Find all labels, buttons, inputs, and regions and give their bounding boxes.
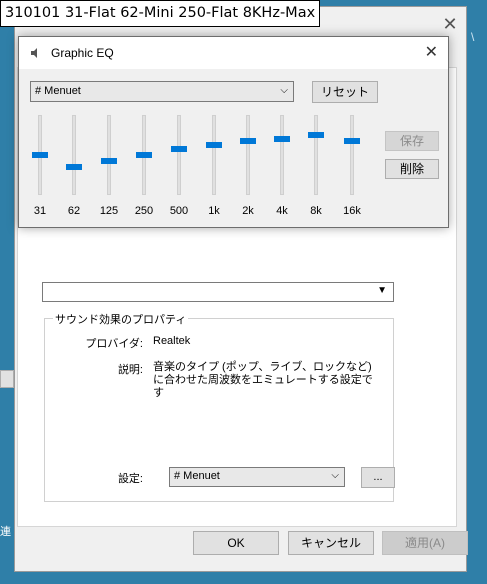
eq-band-slider[interactable]: 62 [59, 115, 89, 225]
eq-band-slider[interactable]: 500 [164, 115, 194, 225]
setting-label: 設定: [117, 473, 143, 485]
preset-select[interactable]: # Menuet ⌵ [30, 81, 294, 102]
slider-track [314, 115, 318, 195]
speaker-icon [31, 48, 37, 58]
preset-value: # Menuet [35, 85, 81, 97]
eq-band-slider[interactable]: 250 [129, 115, 159, 225]
setting-value: # Menuet [174, 470, 220, 482]
effect-properties-group: サウンド効果のプロパティ プロバイダ: Realtek 説明: 音楽のタイプ (… [44, 311, 395, 502]
slider-thumb[interactable] [274, 136, 290, 142]
desktop-text: 連 [0, 526, 11, 538]
description-label: 説明: [117, 364, 143, 376]
slider-thumb[interactable] [206, 141, 222, 148]
group-title: サウンド効果のプロパティ [53, 311, 189, 327]
slider-track [177, 115, 181, 195]
eq-band-slider[interactable]: 8k [301, 115, 331, 225]
slider-thumb[interactable] [171, 146, 187, 153]
chevron-down-icon: ▼ [377, 285, 387, 296]
background-button[interactable] [0, 370, 14, 388]
slider-thumb[interactable] [136, 152, 152, 158]
eq-band-slider[interactable]: 31 [25, 115, 55, 225]
close-icon[interactable]: ✕ [425, 42, 438, 62]
setting-select[interactable]: # Menuet ⌵ [169, 467, 345, 487]
eq-titlebar: Graphic EQ ✕ [19, 37, 448, 69]
background-edge-mark: \ [471, 30, 475, 44]
provider-label: プロバイダ: [85, 338, 143, 350]
provider-value: Realtek [153, 335, 191, 347]
graphic-eq-dialog: Graphic EQ ✕ # Menuet ⌵ リセット 保存 削除 31 62 1… [18, 36, 449, 228]
chevron-down-icon: ⌵ [331, 470, 339, 481]
description-value: 音楽のタイプ (ポップ、ライブ、ロックなど) に合わせた周波数をエミュレートする… [153, 361, 373, 399]
save-button[interactable]: 保存 [385, 131, 439, 151]
eq-band-slider[interactable]: 125 [94, 115, 124, 225]
window-close-button[interactable]: ✕ [436, 13, 464, 35]
eq-band-slider[interactable]: 4k [267, 115, 297, 225]
delete-button[interactable]: 削除 [385, 159, 439, 179]
annotation-caption: 310101 31-Flat 62-Mini 250-Flat 8KHz-Max [0, 0, 321, 27]
apply-button[interactable]: 適用(A) [382, 531, 468, 555]
eq-band-slider[interactable]: 16k [337, 115, 367, 225]
slider-thumb[interactable] [66, 164, 82, 170]
slider-track [246, 115, 250, 195]
eq-band-slider[interactable]: 2k [233, 115, 263, 225]
slider-track [350, 115, 354, 195]
ok-button[interactable]: OK [193, 531, 279, 555]
chevron-down-icon: ⌵ [280, 85, 288, 96]
slider-thumb[interactable] [308, 132, 324, 138]
slider-thumb[interactable] [32, 152, 48, 158]
eq-title: Graphic EQ [51, 46, 114, 60]
slider-thumb[interactable] [240, 138, 256, 145]
slider-track [72, 115, 76, 195]
cancel-button[interactable]: キャンセル [288, 531, 374, 555]
slider-track [280, 115, 284, 195]
slider-thumb[interactable] [101, 157, 117, 164]
slider-track [212, 115, 216, 195]
effect-dropdown[interactable]: ▼ [42, 282, 394, 302]
more-button[interactable]: ... [361, 467, 395, 488]
slider-track [107, 115, 111, 195]
band-frequency-label: 16k [343, 205, 361, 217]
eq-band-slider[interactable]: 1k [199, 115, 229, 225]
reset-button[interactable]: リセット [312, 81, 378, 103]
slider-thumb[interactable] [344, 137, 360, 144]
